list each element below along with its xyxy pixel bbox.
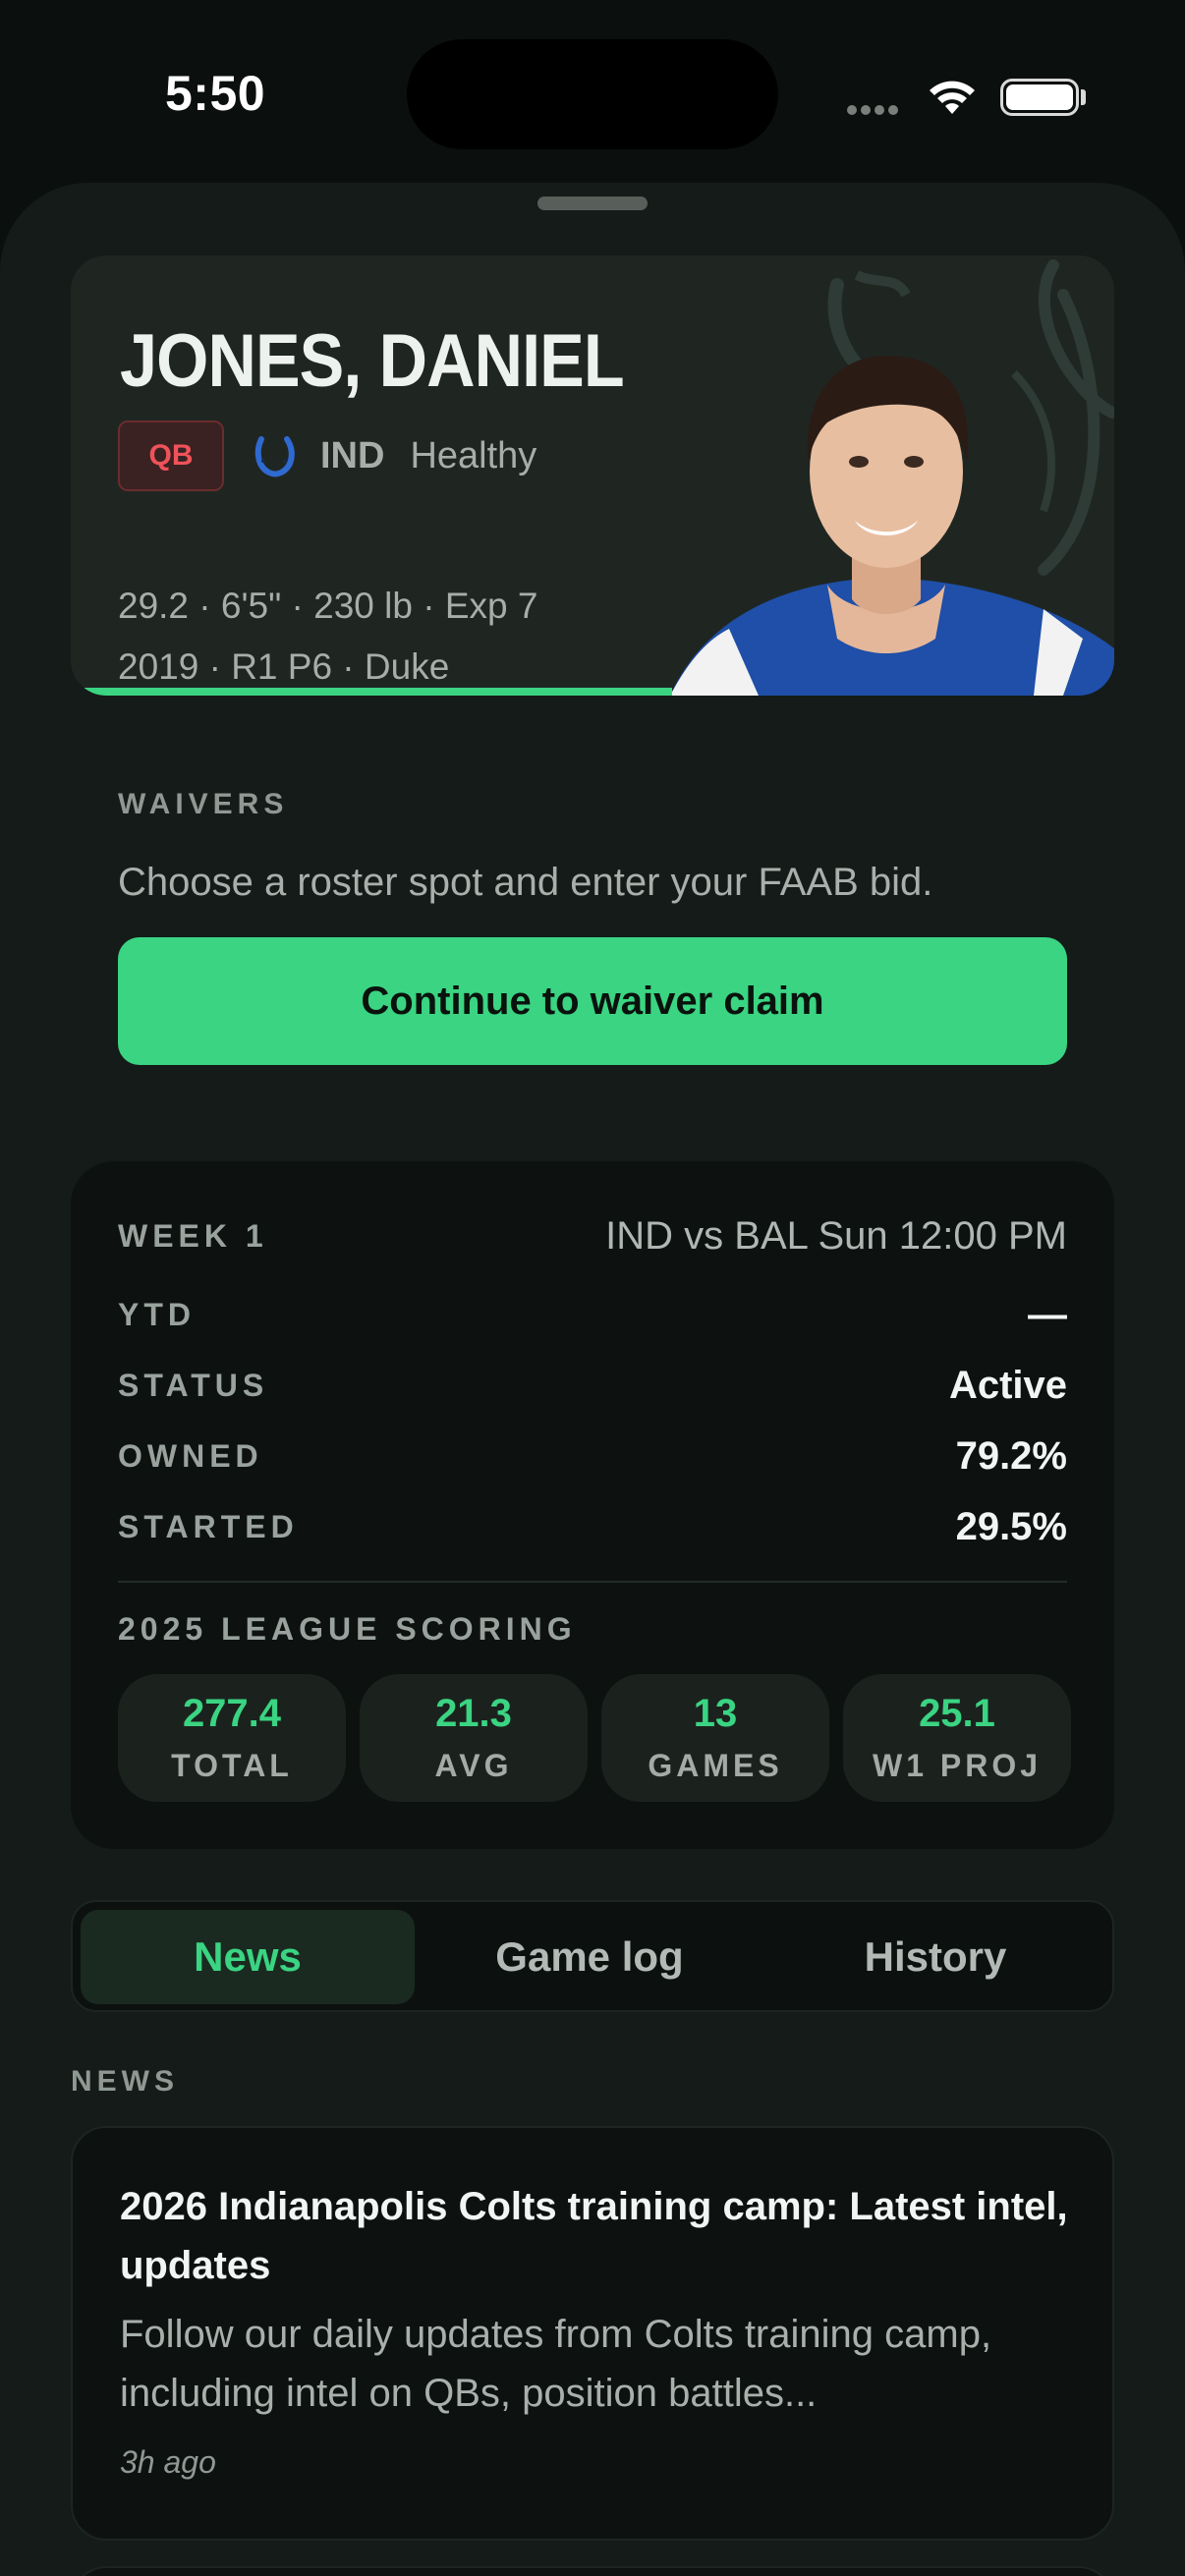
stat-row-ytd: YTD — (118, 1293, 1067, 1337)
news-timestamp: 3h ago (120, 2444, 216, 2480)
health-status: Healthy (410, 434, 537, 476)
player-bio-line-2: 2019 · R1 P6 · Duke (118, 646, 450, 687)
stat-row-owned: OWNED 79.2% (118, 1434, 1067, 1479)
tile-value: 25.1 (919, 1692, 995, 1735)
stat-value: — (1028, 1293, 1067, 1336)
team-abbreviation: IND (320, 434, 385, 476)
player-header-card: JONES, DANIEL QB IND Healthy 29.2 · 6'5"… (71, 255, 1114, 696)
segmented-tabs: News Game log History (71, 1900, 1114, 2012)
waivers-label: WAIVERS (118, 788, 289, 820)
tab-game-log[interactable]: Game log (423, 1910, 757, 2004)
scoring-tile-avg: 21.3 AVG (360, 1674, 588, 1802)
tile-label: GAMES (648, 1748, 783, 1783)
scoring-tile-projection: 25.1 W1 PROJ (843, 1674, 1071, 1802)
matchup-text: IND vs BAL Sun 12:00 PM (605, 1214, 1067, 1258)
stat-row-started: STARTED 29.5% (118, 1505, 1067, 1549)
tab-news[interactable]: News (81, 1910, 415, 2004)
tile-label: AVG (434, 1748, 513, 1783)
dynamic-island (407, 39, 778, 149)
tile-value: 277.4 (182, 1692, 282, 1735)
tile-label: W1 PROJ (872, 1748, 1043, 1783)
stat-row-week: WEEK 1 IND vs BAL Sun 12:00 PM (118, 1214, 1067, 1259)
status-time: 5:50 (165, 66, 266, 121)
waivers-description: Choose a roster spot and enter your FAAB… (118, 861, 933, 904)
news-summary: Follow our daily updates from Colts trai… (120, 2313, 992, 2415)
stat-label: STATUS (118, 1368, 269, 1403)
tab-history[interactable]: History (768, 1910, 1102, 2004)
stat-row-status: STATUS Active (118, 1364, 1067, 1408)
tile-value: 21.3 (435, 1692, 512, 1735)
cellular-signal-icon (847, 102, 902, 120)
scoring-tile-total: 277.4 TOTAL (118, 1674, 346, 1802)
news-item[interactable]: 2026 Indianapolis Colts training camp: L… (71, 2126, 1114, 2541)
wifi-icon (930, 81, 975, 114)
player-meta-row: QB IND Healthy (118, 420, 536, 491)
week-label: WEEK 1 (118, 1218, 268, 1254)
stat-label: YTD (118, 1297, 196, 1332)
news-title: 2026 Indianapolis Colts training camp: L… (120, 2185, 1068, 2287)
player-bio-line-1: 29.2 · 6'5" · 230 lb · Exp 7 (118, 586, 538, 626)
tile-value: 13 (693, 1692, 738, 1735)
scoring-tiles: 277.4 TOTAL 21.3 AVG 13 GAMES 25.1 W1 PR… (118, 1674, 1071, 1802)
battery-icon (1000, 79, 1079, 116)
status-bar: 5:50 (0, 0, 1185, 187)
stat-value: Active (948, 1364, 1067, 1407)
player-headshot (670, 355, 1114, 696)
continue-waiver-claim-button[interactable]: Continue to waiver claim (118, 937, 1067, 1065)
news-item-partial[interactable] (71, 2566, 1114, 2576)
weekly-stats-card: WEEK 1 IND vs BAL Sun 12:00 PM YTD — STA… (71, 1161, 1114, 1849)
sheet-grabber[interactable] (537, 196, 648, 210)
stat-label: OWNED (118, 1438, 263, 1474)
bottom-sheet: JONES, DANIEL QB IND Healthy 29.2 · 6'5"… (0, 183, 1185, 2576)
position-badge: QB (118, 420, 224, 491)
colts-horseshoe-icon (254, 436, 295, 477)
card-accent-bar (71, 688, 672, 696)
stat-value: 29.5% (955, 1505, 1067, 1548)
battery-cap (1081, 89, 1086, 105)
stat-label: STARTED (118, 1509, 299, 1544)
tile-label: TOTAL (171, 1748, 293, 1783)
player-detail-screen: 5:50 JONES, DANIEL QB IND Healthy 29.2 ·… (0, 0, 1185, 2576)
scoring-tile-games: 13 GAMES (601, 1674, 829, 1802)
player-name: JONES, DANIEL (120, 319, 625, 403)
stats-divider (118, 1581, 1067, 1583)
news-section-label: NEWS (71, 2065, 179, 2098)
stat-value: 79.2% (955, 1434, 1067, 1478)
league-scoring-label: 2025 LEAGUE SCORING (118, 1611, 577, 1647)
